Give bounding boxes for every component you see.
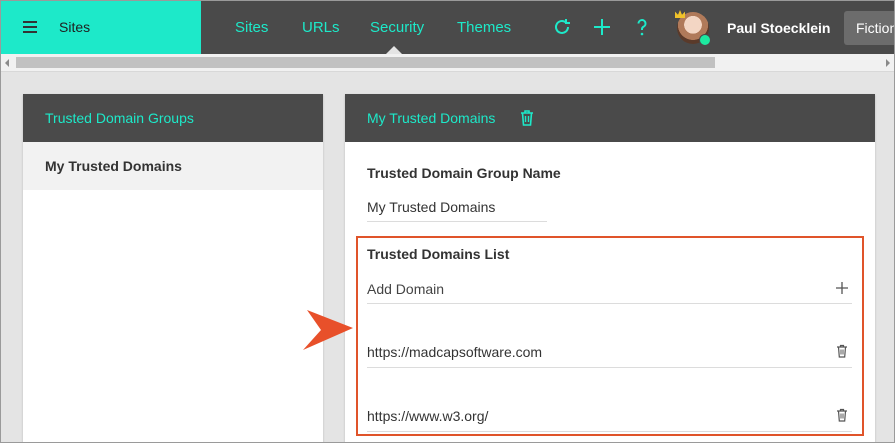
online-status-dot xyxy=(699,34,711,46)
add-domain-underline xyxy=(367,303,852,304)
detail-panel-title: My Trusted Domains xyxy=(367,110,496,126)
help-icon[interactable] xyxy=(630,15,654,39)
crown-icon xyxy=(675,10,685,18)
callout-arrow-icon xyxy=(303,310,353,350)
hamburger-menu-icon[interactable] xyxy=(23,21,37,33)
nav-tab-urls[interactable]: URLs xyxy=(302,19,340,36)
brand-area: Sites xyxy=(1,1,201,54)
user-name[interactable]: Paul Stoecklein xyxy=(727,20,830,36)
trusted-domain-groups-panel: Trusted Domain Groups My Trusted Domains xyxy=(23,94,323,442)
group-name-input[interactable]: My Trusted Domains xyxy=(367,199,495,215)
domains-list-label: Trusted Domains List xyxy=(367,246,510,262)
domain-entry[interactable]: https://madcapsoftware.com xyxy=(367,344,542,360)
panel-title: Trusted Domain Groups xyxy=(23,94,323,142)
scrollbar-thumb[interactable] xyxy=(16,57,715,68)
scroll-left-arrow-icon[interactable] xyxy=(5,59,9,67)
trash-icon[interactable] xyxy=(517,108,537,128)
app-window: Sites Sites URLs Security Themes Paul St… xyxy=(0,0,895,443)
active-tab-indicator xyxy=(386,46,402,54)
horizontal-scrollbar[interactable] xyxy=(1,54,894,72)
nav-tab-sites[interactable]: Sites xyxy=(235,19,268,36)
add-domain-input[interactable]: Add Domain xyxy=(367,281,444,297)
group-name-underline xyxy=(367,221,547,222)
group-name-label: Trusted Domain Group Name xyxy=(367,165,561,181)
nav-tab-security[interactable]: Security xyxy=(370,19,424,36)
top-bar: Sites Sites URLs Security Themes Paul St… xyxy=(1,1,894,54)
delete-domain-trash-icon[interactable] xyxy=(834,407,850,423)
scroll-right-arrow-icon[interactable] xyxy=(886,59,890,67)
detail-panel-header: My Trusted Domains xyxy=(345,94,875,142)
nav-tab-themes[interactable]: Themes xyxy=(457,19,511,36)
refresh-icon[interactable] xyxy=(550,15,574,39)
delete-domain-trash-icon[interactable] xyxy=(834,343,850,359)
domain-underline xyxy=(367,431,852,432)
highlight-box xyxy=(356,236,864,436)
domain-entry[interactable]: https://www.w3.org/ xyxy=(367,408,488,424)
domain-underline xyxy=(367,367,852,368)
plus-icon[interactable] xyxy=(590,15,614,39)
account-button[interactable]: Fiction xyxy=(844,11,894,45)
add-domain-plus-icon[interactable] xyxy=(834,280,850,296)
user-avatar[interactable] xyxy=(675,10,711,46)
brand-label[interactable]: Sites xyxy=(59,19,90,35)
group-list-item[interactable]: My Trusted Domains xyxy=(23,142,323,190)
